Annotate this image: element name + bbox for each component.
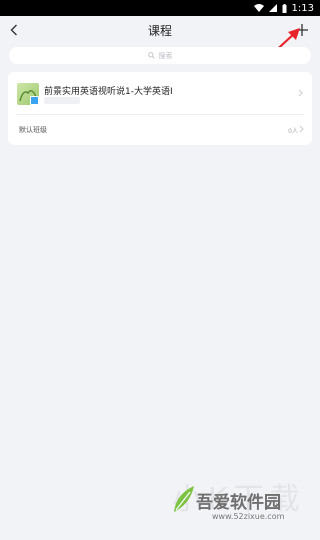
battery-icon bbox=[282, 3, 287, 13]
course-item[interactable]: 前景实用英语视听说1-大学英语I bbox=[8, 72, 312, 114]
class-item[interactable]: 默认班级 0人 bbox=[8, 115, 312, 145]
plus-icon bbox=[296, 24, 308, 36]
chevron-right-icon bbox=[299, 125, 304, 133]
watermark-name: 吾爱软件园 bbox=[196, 493, 281, 513]
course-badge-icon bbox=[30, 96, 39, 105]
search-icon bbox=[147, 52, 155, 59]
search-placeholder: 搜索 bbox=[158, 51, 173, 60]
class-member-count: 0人 bbox=[288, 128, 298, 135]
header: 课程 bbox=[0, 16, 320, 44]
page-title: 课程 bbox=[147, 24, 172, 38]
signal-icon bbox=[268, 4, 277, 12]
leaf-logo-icon bbox=[174, 486, 194, 512]
watermark: 小K下载 吾爱软件园 www.52zixue.com bbox=[172, 474, 312, 532]
course-title: 前景实用英语视听说1-大学英语I bbox=[44, 87, 173, 97]
chevron-right-icon bbox=[298, 89, 303, 97]
course-cover-image bbox=[17, 83, 39, 105]
search-bar[interactable]: 搜索 bbox=[9, 47, 311, 64]
add-course-button[interactable] bbox=[290, 18, 314, 42]
course-card: 前景实用英语视听说1-大学英语I 默认班级 0人 bbox=[8, 72, 312, 145]
status-time: 1:13 bbox=[291, 2, 314, 14]
class-name: 默认班级 bbox=[19, 126, 47, 134]
watermark-url: www.52zixue.com bbox=[212, 512, 285, 521]
course-subtitle-placeholder bbox=[44, 97, 80, 104]
status-bar: 1:13 bbox=[0, 0, 320, 16]
wifi-icon bbox=[253, 4, 264, 12]
